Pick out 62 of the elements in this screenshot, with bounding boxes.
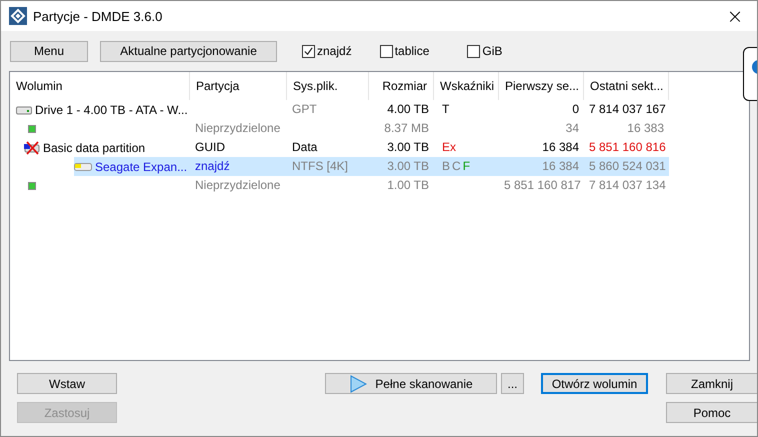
window-title: Partycje - DMDE 3.6.0 [33,8,162,24]
table-cell: Data [292,140,318,154]
table-cell: NTFS [4K] [292,159,348,173]
table-cell: 34 [566,121,579,135]
volume-name: Basic data partition [43,140,146,154]
checkbox-label: GiB [482,44,502,58]
hard-drive-icon [16,104,32,116]
action-button[interactable]: Zamknij [666,373,757,394]
table-cell: 16 384 [542,140,579,154]
column-header[interactable]: Sys.plik. [287,72,369,100]
open-volume-button[interactable]: Otwórz wolumin [541,373,648,394]
volume-name: Drive 1 - 4.00 TB - ATA - W... [35,102,188,116]
table-cell: 7 814 037 134 [589,178,666,192]
app-logo-icon [9,7,27,25]
column-header[interactable]: Pierwszy se... [499,72,584,100]
column-header[interactable]: Wskaźniki [434,72,499,100]
flag-letter: Ex [442,139,456,156]
table-cell: Nieprzydzielone [195,121,280,135]
table-cell: 5 851 160 817 [504,178,581,192]
table-cell: 0 [572,102,579,116]
action-button[interactable]: Wstaw [17,373,117,394]
table-cell: 8.37 MB [384,121,429,135]
toolbar-button[interactable]: Menu [10,40,88,62]
table-cell: 5 860 524 031 [589,159,666,173]
column-header[interactable]: Ostatni sekt... [584,72,669,100]
crossed-disk-icon [24,140,40,154]
flag-letter: C [452,158,461,175]
table-cell: 3.00 TB [387,159,429,173]
table-cell: 5 851 160 816 [589,140,666,154]
toolbar-button[interactable]: Aktualne partycjonowanie [100,40,277,62]
volume-name: Seagate Expan... [95,160,188,174]
table-cell: 1.00 TB [387,178,429,192]
table-row[interactable]: Drive 1 - 4.00 TB - ATA - W... [16,100,192,119]
action-button[interactable]: Pomoc [666,402,757,423]
close-button[interactable]: × [713,1,757,31]
unallocated-space-icon [28,124,36,132]
flag-letter: B [442,158,450,175]
table-cell: znajdź [195,159,230,173]
table-cell: 16 384 [542,159,579,173]
table-row[interactable]: Seagate Expan... [74,157,192,176]
table-cell: 4.00 TB [387,102,429,116]
checkbox[interactable] [302,44,315,58]
table-cell: 3.00 TB [387,140,429,154]
column-header[interactable]: Partycja [190,72,287,100]
table-row[interactable]: Basic data partition [24,138,190,157]
flag-letter: F [462,158,470,175]
checkbox-label: znajdź [317,44,352,58]
table-cell: 7 814 037 167 [589,102,666,116]
flag-letter: T [442,101,450,118]
full-scan-button[interactable]: Pełne skanowanie [325,373,497,394]
table-cell: GPT [292,102,317,116]
column-header[interactable]: Wolumin [10,72,190,100]
checkbox[interactable] [467,44,480,58]
table-cell: 16 383 [627,121,664,135]
checkbox[interactable] [380,44,393,58]
unallocated-space-icon [28,182,36,190]
table-cell: GUID [195,140,225,154]
play-icon [349,374,368,392]
checkbox-label: tablice [394,44,430,58]
column-header[interactable]: Rozmiar [369,72,434,100]
table-cell: Nieprzydzielone [195,178,280,192]
more-button[interactable]: ... [501,373,524,394]
